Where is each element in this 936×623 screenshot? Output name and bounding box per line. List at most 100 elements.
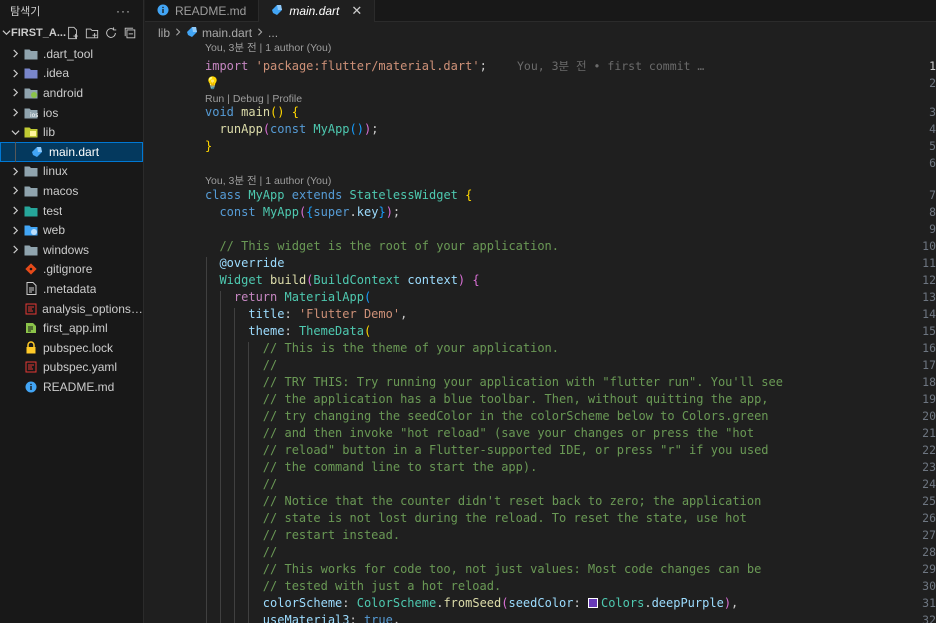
code-line[interactable]: // [205,544,277,561]
line-number[interactable]: 29 [890,561,936,578]
tree-item-label: first_app.iml [43,321,108,336]
code-line[interactable]: useMaterial3: true, [205,612,400,623]
tree-item-windows[interactable]: windows [0,240,143,260]
tree-item-first-app-iml[interactable]: first_app.iml [0,318,143,338]
more-actions-button[interactable]: ··· [116,4,131,18]
code-editor[interactable]: You, 3분 전 | 1 author (You) Run | Debug |… [145,41,936,623]
line-number[interactable]: 27 [890,527,936,544]
line-number[interactable]: 25 [890,493,936,510]
breadcrumb-symbol[interactable]: ... [268,26,278,40]
code-line[interactable]: runApp(const MyApp()); [205,121,378,138]
line-number[interactable]: 6 [890,155,936,172]
line-number[interactable]: 23 [890,459,936,476]
line-number[interactable]: 24 [890,476,936,493]
tree-item-metadata[interactable]: .metadata [0,279,143,299]
code-line[interactable]: // reload" button in a Flutter-supported… [205,442,769,459]
line-number[interactable]: 16 [890,340,936,357]
code-line[interactable]: // This is the theme of your application… [205,340,559,357]
chevron-right-icon [8,167,22,176]
line-number[interactable]: 9 [890,221,936,238]
line-number[interactable]: 17 [890,357,936,374]
code-line[interactable]: // the command line to start the app). [205,459,538,476]
line-number[interactable]: 18 [890,374,936,391]
line-number[interactable]: 8 [890,204,936,221]
line-number[interactable]: 20 [890,408,936,425]
code-line[interactable]: // restart instead. [205,527,400,544]
refresh-icon[interactable] [104,26,118,40]
line-number[interactable]: 10 [890,238,936,255]
line-number[interactable]: 26 [890,510,936,527]
code-line[interactable]: // TRY THIS: Try running your applicatio… [205,374,783,391]
code-line[interactable]: // and then invoke "hot reload" (save yo… [205,425,754,442]
code-line[interactable]: import 'package:flutter/material.dart'; [205,58,487,75]
tree-item-label: ios [43,105,59,120]
line-number[interactable]: 19 [890,391,936,408]
tree-item-gitignore[interactable]: .gitignore [0,260,143,280]
code-line[interactable]: // try changing the seedColor in the col… [205,408,769,425]
tree-item-test[interactable]: test [0,201,143,221]
code-line[interactable]: // This works for code too, not just val… [205,561,762,578]
tab-readme[interactable]: README.md [145,0,260,22]
code-line[interactable]: class MyApp extends StatelessWidget { [205,187,472,204]
chevron-down-icon [8,128,22,137]
code-line[interactable]: // state is not lost during the reload. … [205,510,747,527]
code-line[interactable]: const MyApp({super.key}); [205,204,400,221]
collapse-all-icon[interactable] [123,26,137,40]
line-number[interactable]: 5 [890,138,936,155]
line-number[interactable]: 4 [890,121,936,138]
line-number[interactable]: 28 [890,544,936,561]
tree-item-android[interactable]: android [0,83,143,103]
tree-item-idea[interactable]: .idea [0,64,143,84]
line-number[interactable]: 7 [890,187,936,204]
project-section-header[interactable]: FIRST_A... [0,22,143,44]
tree-item-readme-md[interactable]: README.md [0,377,143,397]
tree-item-web[interactable]: web [0,220,143,240]
tree-item-linux[interactable]: linux [0,162,143,182]
line-number[interactable]: 14 [890,306,936,323]
code-line[interactable]: // [205,357,277,374]
line-number[interactable]: 15 [890,323,936,340]
tree-item-pubspec-yaml[interactable]: pubspec.yaml [0,358,143,378]
tree-item-macos[interactable]: macos [0,181,143,201]
lightbulb-icon[interactable]: 💡 [205,75,220,92]
new-file-icon[interactable] [66,26,80,40]
tree-item-main-dart[interactable]: main.dart [0,141,143,162]
line-number[interactable]: 12 [890,272,936,289]
tree-item-lib[interactable]: lib [0,122,143,142]
code-line[interactable]: return MaterialApp( [205,289,371,306]
code-line[interactable]: @override [205,255,284,272]
tree-item-ios[interactable]: ios ios [0,103,143,123]
code-line[interactable]: // Notice that the counter didn't reset … [205,493,762,510]
code-line[interactable]: Widget build(BuildContext context) { [205,272,479,289]
line-number[interactable]: 2 [890,75,936,92]
code-line[interactable]: // the application has a blue toolbar. T… [205,391,769,408]
code-line[interactable]: title: 'Flutter Demo', [205,306,407,323]
line-number[interactable]: 22 [890,442,936,459]
git-blame-codelens[interactable]: You, 3분 전 | 1 author (You) [205,41,331,55]
line-number[interactable]: 32 [890,612,936,623]
tab-main-dart[interactable]: main.dart ✕ [259,0,376,22]
breadcrumb-folder[interactable]: lib [158,26,170,40]
code-line[interactable]: // This widget is the root of your appli… [205,238,559,255]
line-number[interactable]: 31 [890,595,936,612]
tree-item-dart-tool[interactable]: .dart_tool [0,44,143,64]
new-folder-icon[interactable] [85,26,99,40]
tree-item-analysis-options-y[interactable]: analysis_options.y... [0,299,143,319]
git-blame-codelens[interactable]: You, 3분 전 | 1 author (You) [205,174,331,188]
close-icon[interactable]: ✕ [351,3,362,19]
code-line[interactable]: } [205,138,212,155]
line-number[interactable]: 21 [890,425,936,442]
line-number[interactable]: 13 [890,289,936,306]
tree-item-pubspec-lock[interactable]: pubspec.lock [0,338,143,358]
code-line[interactable]: // tested with just a hot reload. [205,578,501,595]
explorer-header: 탐색기 ··· [0,0,143,22]
line-number[interactable]: 11 [890,255,936,272]
code-line[interactable]: // [205,476,277,493]
line-number[interactable]: 30 [890,578,936,595]
breadcrumb-file[interactable]: main.dart [202,26,252,40]
code-line[interactable]: colorScheme: ColorScheme.fromSeed(seedCo… [205,595,738,612]
line-number[interactable]: 3 [890,104,936,121]
line-number[interactable]: 1 [890,58,936,75]
code-line[interactable]: theme: ThemeData( [205,323,371,340]
code-line[interactable]: void main() { [205,104,299,121]
